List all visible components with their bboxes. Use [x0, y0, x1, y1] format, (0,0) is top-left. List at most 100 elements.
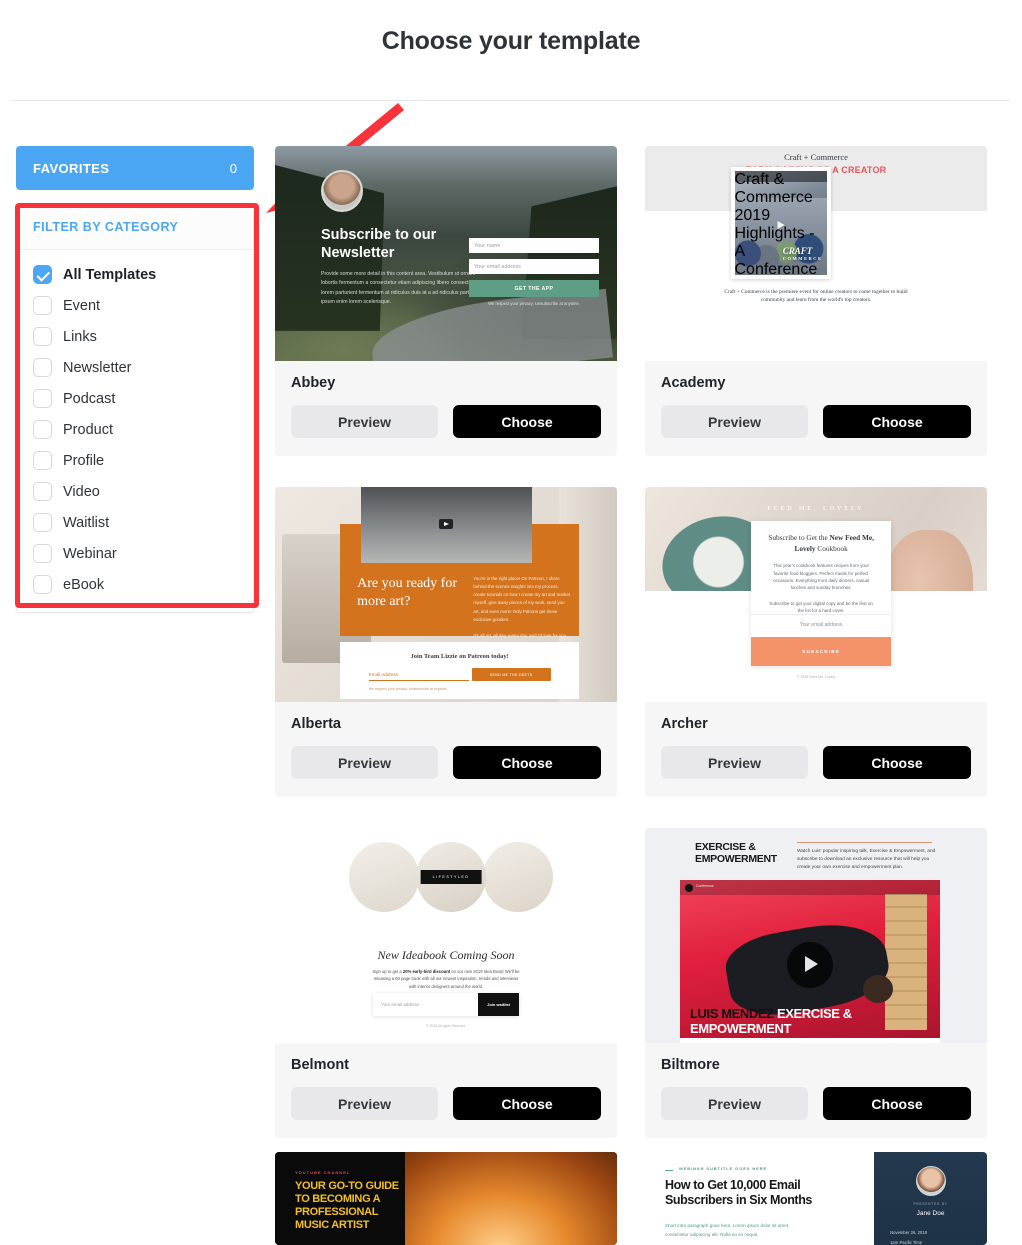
checkbox-icon[interactable] [33, 296, 52, 315]
preview-video: Craft & Commerce 2019 Highlights - A Con… [730, 167, 831, 279]
preview-cta-button: SEND ME THE DEETS [471, 668, 551, 681]
preview-heading: Are you ready for more art? [357, 576, 457, 609]
choose-button[interactable]: Choose [453, 746, 601, 779]
preview-video: Conference LUIS MENDEZ EXERCISE & EMPOWE… [680, 880, 940, 1043]
template-thumbnail[interactable]: LIFESTYLED New Ideabook Coming Soon Sign… [275, 828, 617, 1043]
filter-option-links[interactable]: Links [17, 321, 253, 352]
template-name: Academy [661, 375, 726, 391]
webinar-presented-by: PRESENTED BY [913, 1202, 948, 1206]
checkbox-icon[interactable] [33, 575, 52, 594]
preview-brand: Craft + Commerce [784, 152, 848, 162]
filter-option-podcast[interactable]: Podcast [17, 383, 253, 414]
checkbox-icon[interactable] [33, 482, 52, 501]
filter-option-product[interactable]: Product [17, 414, 253, 445]
checkbox-icon[interactable] [33, 544, 52, 563]
template-actions: Preview Choose [661, 746, 971, 779]
filter-option-waitlist[interactable]: Waitlist [17, 507, 253, 538]
preview-note: We respect your privacy. Unsubscribe at … [488, 301, 580, 306]
preview-cta-button: GET THE APP [469, 280, 599, 297]
preview-headline: EXERCISE & EMPOWERMENT [695, 841, 777, 865]
checkbox-icon[interactable] [33, 389, 52, 408]
choose-button[interactable]: Choose [823, 1087, 971, 1120]
template-thumbnail[interactable]: Craft + Commerce EARN A LIVING AS A CREA… [645, 146, 987, 361]
preview-button[interactable]: Preview [291, 1087, 438, 1120]
preview-heading: Subscribe to our Newsletter [321, 227, 437, 262]
template-actions: Preview Choose [661, 1087, 971, 1120]
choose-button[interactable]: Choose [453, 405, 601, 438]
template-card-alberta[interactable]: Are you ready for more art? You're in th… [275, 487, 617, 797]
filter-option-label: Event [63, 297, 101, 314]
template-thumbnail: YOUTUBE CHANNEL YOUR GO-TO GUIDE TO BECO… [275, 1152, 617, 1245]
play-icon [787, 942, 833, 988]
preview-heading: New Ideabook Coming Soon [377, 948, 515, 962]
avatar [321, 170, 363, 212]
preview-button[interactable]: Preview [291, 405, 438, 438]
favorites-button[interactable]: FAVORITES 0 [16, 146, 254, 190]
preview-body: Watch Luis' popular inspiring talk, Exer… [797, 842, 937, 872]
checkbox-checked-icon[interactable] [33, 265, 52, 284]
template-thumbnail: WEBINAR SUBTITLE GOES HERE How to Get 10… [645, 1152, 987, 1245]
filter-option-label: All Templates [63, 266, 157, 283]
checkbox-icon[interactable] [33, 513, 52, 532]
template-card-academy[interactable]: Craft + Commerce EARN A LIVING AS A CREA… [645, 146, 987, 456]
template-card-belmont[interactable]: LIFESTYLED New Ideabook Coming Soon Sign… [275, 828, 617, 1138]
filter-option-label: Waitlist [63, 514, 110, 531]
filter-option-event[interactable]: Event [17, 290, 253, 321]
preview-form-heading: Join Team Lizzie on Patreon today! [410, 653, 509, 660]
filter-option-ebook[interactable]: eBook [17, 569, 253, 600]
checkbox-icon[interactable] [33, 358, 52, 377]
preview-modal: Subscribe to Get the New Feed Me, Lovely… [751, 521, 892, 666]
choose-button[interactable]: Choose [453, 1087, 601, 1120]
filter-by-category-panel: FILTER BY CATEGORY All Templates Event Lin… [16, 203, 254, 613]
template-card-footer: Alberta Preview Choose [275, 702, 617, 797]
template-card-archer[interactable]: FEED ME, LOVELY Subscribe to Get the New… [645, 487, 987, 797]
checkbox-icon[interactable] [33, 327, 52, 346]
template-card[interactable]: YOUTUBE CHANNEL YOUR GO-TO GUIDE TO BECO… [275, 1152, 617, 1245]
filter-option-all-templates[interactable]: All Templates [17, 259, 253, 290]
template-name: Archer [661, 716, 708, 732]
template-card[interactable]: WEBINAR SUBTITLE GOES HERE How to Get 10… [645, 1152, 987, 1245]
template-card-biltmore[interactable]: EXERCISE & EMPOWERMENT Watch Luis' popul… [645, 828, 987, 1138]
webinar-body: Short intro paragraph goes here, Lorem i… [665, 1223, 790, 1237]
template-thumbnail[interactable]: Subscribe to our Newsletter Provide some… [275, 146, 617, 361]
preview-email-field: Email Address [368, 672, 470, 681]
filter-option-profile[interactable]: Profile [17, 445, 253, 476]
checkbox-icon[interactable] [33, 451, 52, 470]
filter-option-webinar[interactable]: Webinar [17, 538, 253, 569]
preview-video-title: Craft & Commerce 2019 Highlights - A Con… [734, 171, 818, 278]
preview-body-2: Subscribe to get your digital copy and b… [769, 600, 873, 614]
template-thumbnail[interactable]: Are you ready for more art? You're in th… [275, 487, 617, 702]
choose-button[interactable]: Choose [823, 405, 971, 438]
template-actions: Preview Choose [291, 1087, 601, 1120]
choose-button[interactable]: Choose [823, 746, 971, 779]
template-card-abbey[interactable]: Subscribe to our Newsletter Provide some… [275, 146, 617, 456]
filter-option-label: Video [63, 483, 100, 500]
checkbox-icon[interactable] [33, 420, 52, 439]
preview-button[interactable]: Preview [661, 746, 808, 779]
webinar-time: 1pm Pacific Time [890, 1240, 923, 1245]
preview-video-label: Conference [696, 884, 714, 888]
webinar-presenter-avatar [915, 1166, 946, 1196]
preview-brand: FEED ME, LOVELY [767, 506, 865, 512]
template-card-footer: Biltmore Preview Choose [645, 1043, 987, 1138]
preview-heading: Subscribe to Get the New Feed Me, Lovely… [768, 533, 874, 553]
filter-option-newsletter[interactable]: Newsletter [17, 352, 253, 383]
preview-button[interactable]: Preview [661, 405, 808, 438]
preview-button[interactable]: Preview [661, 1087, 808, 1120]
preview-email-field: Your email address [469, 259, 599, 274]
template-name: Belmont [291, 1057, 349, 1073]
preview-copyright: © 2019 All rights reserved. [426, 1024, 466, 1028]
preview-button[interactable]: Preview [291, 746, 438, 779]
filter-option-label: Podcast [63, 390, 116, 407]
template-actions: Preview Choose [291, 746, 601, 779]
filter-panel-header: FILTER BY CATEGORY [17, 204, 253, 250]
template-thumbnail[interactable]: FEED ME, LOVELY Subscribe to Get the New… [645, 487, 987, 702]
preview-email-field: Your email address [381, 1002, 420, 1007]
filter-option-video[interactable]: Video [17, 476, 253, 507]
template-thumbnail[interactable]: EXERCISE & EMPOWERMENT Watch Luis' popul… [645, 828, 987, 1043]
template-actions: Preview Choose [661, 405, 971, 438]
music-glow [404, 1152, 617, 1245]
template-card-footer: Belmont Preview Choose [275, 1043, 617, 1138]
webinar-headline: How to Get 10,000 Email Subscribers in S… [665, 1178, 812, 1207]
webinar-date: November 26, 2018 [890, 1230, 927, 1235]
